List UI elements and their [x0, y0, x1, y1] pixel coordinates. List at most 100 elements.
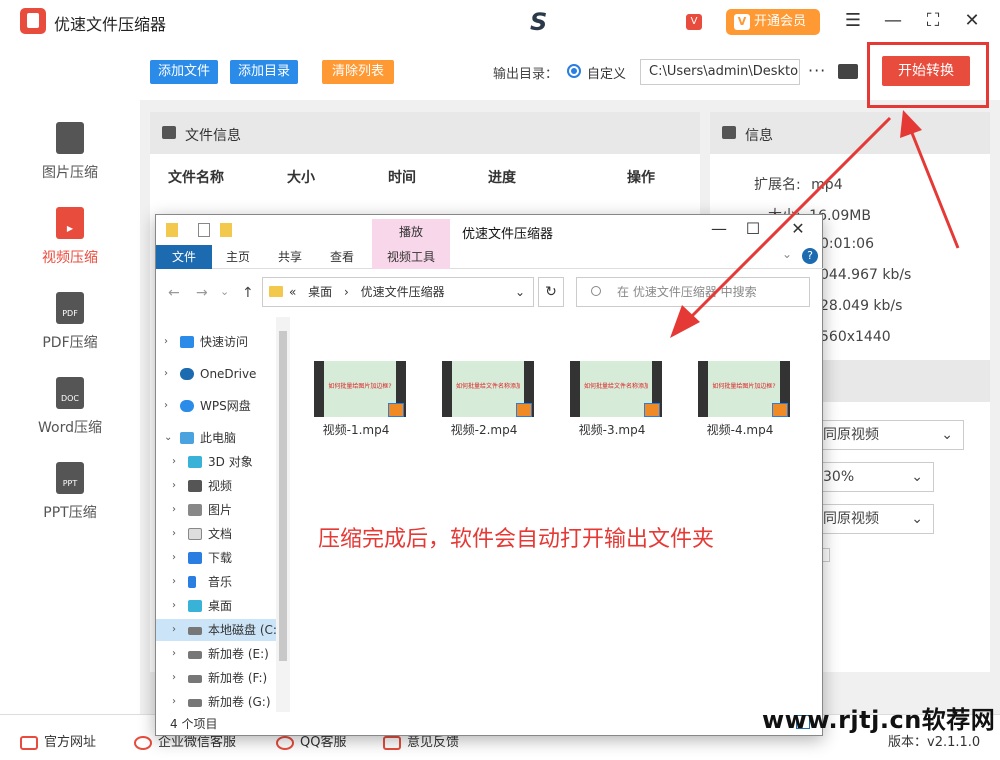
menu-icon[interactable]: ☰	[842, 10, 864, 31]
tab-home[interactable]: 主页	[218, 245, 258, 269]
play-icon	[644, 403, 660, 417]
output-path-input[interactable]: C:\Users\admin\Deskto	[640, 59, 800, 85]
option-quality-select[interactable]: 30% ⌄	[810, 462, 934, 492]
custom-radio[interactable]	[567, 64, 581, 78]
nav-quick-access[interactable]: › 快速访问	[156, 331, 290, 353]
play-icon	[772, 403, 788, 417]
file-item[interactable]: 如何批量给文件名称添加序号 视频-2.mp4	[430, 361, 538, 441]
ribbon-tabs: 文件 主页 共享 查看 视频工具 ⌄ ?	[156, 245, 824, 269]
tab-file[interactable]: 文件	[156, 245, 212, 269]
explorer-window-title: 优速文件压缩器	[462, 227, 554, 242]
chevron-right-icon: ›	[172, 456, 176, 467]
option-value: 30%	[823, 469, 855, 485]
clear-list-button[interactable]: 清除列表	[322, 60, 394, 84]
address-bar[interactable]: « 桌面 › 优速文件压缩器 ⌄	[262, 277, 534, 307]
cube-icon	[188, 456, 202, 468]
up-icon[interactable]: ↑	[242, 285, 254, 301]
option-format-select[interactable]: 同原视频 ⌄	[810, 504, 934, 534]
sidebar-item-image[interactable]: 图片压缩	[0, 122, 140, 202]
nav-desktop[interactable]: › 桌面	[156, 595, 290, 617]
folder-icon[interactable]	[166, 223, 178, 237]
nav-drive-g[interactable]: › 新加卷 (G:)	[156, 691, 290, 713]
sidebar-item-video[interactable]: ▶ 视频压缩	[0, 207, 140, 287]
output-dir-label: 输出目录：	[493, 67, 559, 82]
refresh-icon[interactable]: ↻	[538, 277, 564, 307]
nav-music[interactable]: › 音乐	[156, 571, 290, 593]
more-icon[interactable]: ···	[808, 61, 826, 80]
breadcrumb-separator: ›	[344, 285, 349, 299]
info-duration: 0:01:06	[820, 236, 874, 252]
tab-video-tools[interactable]: 视频工具	[372, 245, 450, 269]
new-folder-icon[interactable]	[220, 223, 232, 237]
nav-documents[interactable]: › 文档	[156, 523, 290, 545]
nav-pictures[interactable]: › 图片	[156, 499, 290, 521]
open-vip-button[interactable]: V 开通会员	[726, 9, 820, 35]
app-logo-icon	[20, 8, 46, 34]
nav-label: 快速访问	[200, 335, 249, 349]
info-value: mp4	[811, 177, 843, 193]
file-item[interactable]: 如何批量给图片加边框? 视频-4.mp4	[686, 361, 794, 441]
footer-website-link[interactable]: 官方网址	[20, 731, 96, 750]
chevron-down-icon[interactable]: ⌄	[782, 247, 792, 261]
footer-label: 企业微信客服	[158, 735, 237, 750]
nav-downloads[interactable]: › 下载	[156, 547, 290, 569]
close-icon[interactable]: ✕	[783, 219, 813, 238]
vip-icon: V	[734, 14, 750, 30]
info-panel-header: 信息	[710, 112, 990, 154]
scrollbar-thumb[interactable]	[279, 331, 287, 661]
maximize-icon[interactable]: ☐	[738, 219, 768, 238]
play-icon	[516, 403, 532, 417]
file-panel-title: 文件信息	[185, 128, 241, 144]
chevron-right-icon: ›	[172, 672, 176, 683]
download-icon	[188, 552, 202, 564]
sidebar-item-ppt[interactable]: PPT PPT压缩	[0, 462, 140, 542]
app-title: 优速文件压缩器	[54, 15, 167, 34]
nav-3d-objects[interactable]: › 3D 对象	[156, 451, 290, 473]
col-action: 操作	[627, 170, 655, 186]
maximize-icon[interactable]: ⛶	[922, 10, 944, 31]
chevron-right-icon: ›	[164, 400, 168, 411]
chevron-down-icon[interactable]: ⌄	[515, 278, 525, 306]
search-input[interactable]: 在 优速文件压缩器 中搜索	[576, 277, 810, 307]
minimize-icon[interactable]: —	[882, 10, 904, 31]
sidebar-item-pdf[interactable]: PDF PDF压缩	[0, 292, 140, 372]
nav-onedrive[interactable]: › OneDrive	[156, 363, 290, 385]
nav-drive-f[interactable]: › 新加卷 (F:)	[156, 667, 290, 689]
sidebar-item-word[interactable]: DOC Word压缩	[0, 377, 140, 457]
help-icon[interactable]: ?	[802, 248, 818, 264]
video-thumbnail: 如何批量给文件名称添加序号	[442, 361, 534, 417]
chevron-down-icon: ⌄	[941, 427, 953, 443]
tab-view[interactable]: 查看	[322, 245, 362, 269]
back-icon[interactable]: ←	[168, 285, 180, 301]
folder-icon[interactable]	[838, 64, 858, 79]
nav-videos[interactable]: › 视频	[156, 475, 290, 497]
nav-drive-e[interactable]: › 新加卷 (E:)	[156, 643, 290, 665]
gear-icon	[722, 126, 736, 139]
breadcrumb-folder[interactable]: 优速文件压缩器	[361, 285, 445, 299]
option-resolution-select[interactable]: 同原视频 ⌄	[810, 420, 964, 450]
add-file-button[interactable]: 添加文件	[150, 60, 218, 84]
nav-drive-c[interactable]: › 本地磁盘 (C:	[156, 619, 290, 641]
minimize-icon[interactable]: —	[704, 219, 734, 238]
play-icon	[388, 403, 404, 417]
footer-label: QQ客服	[300, 735, 347, 750]
thumbnail-title: 如何批量给图片加边框?	[712, 383, 776, 390]
play-tab[interactable]: 播放	[372, 219, 450, 245]
breadcrumb-desktop[interactable]: 桌面	[308, 285, 332, 299]
nav-scrollbar[interactable]	[276, 317, 290, 712]
close-icon[interactable]: ✕	[961, 10, 983, 31]
properties-icon[interactable]	[198, 223, 210, 237]
feedback-icon	[383, 735, 401, 750]
recent-icon[interactable]: ⌄	[220, 285, 229, 298]
forward-icon[interactable]: →	[196, 285, 208, 301]
file-item[interactable]: 如何批量给图片加边框? 视频-1.mp4	[302, 361, 410, 441]
sidebar-item-label: PDF压缩	[42, 335, 98, 351]
tab-share[interactable]: 共享	[270, 245, 310, 269]
qq-icon	[276, 735, 294, 750]
vip-badge-icon[interactable]: V	[686, 14, 702, 30]
file-item[interactable]: 如何批量给文件名称添加序号 视频-3.mp4	[558, 361, 666, 441]
nav-this-pc[interactable]: ⌄ 此电脑	[156, 427, 290, 449]
nav-wps[interactable]: › WPS网盘	[156, 395, 290, 417]
sidebar-item-label: Word压缩	[38, 420, 102, 436]
add-folder-button[interactable]: 添加目录	[230, 60, 298, 84]
